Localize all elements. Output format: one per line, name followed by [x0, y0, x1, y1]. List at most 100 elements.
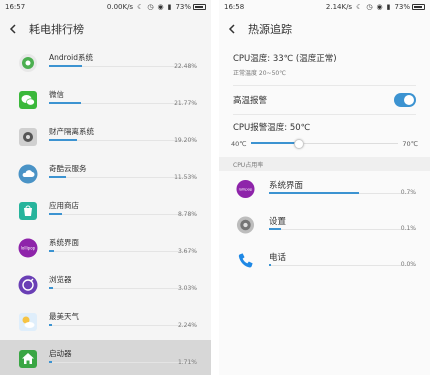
lollipop-icon: lollipop	[236, 179, 255, 199]
app-name: 应用商店	[49, 201, 79, 210]
signal-icon: ▮	[386, 2, 391, 11]
wifi-icon: ◉	[157, 2, 164, 11]
app-name: 最美天气	[49, 312, 79, 321]
cpu-percent: 0.0%	[400, 261, 416, 268]
app-name: 系统界面	[49, 238, 79, 247]
app-list: Android系统 22.48% 微信 21.77% 财产隔离系统 19.20% 奇酷云服务…	[0, 44, 211, 375]
cpu-usage-list: lollipop 系统界面 0.7% 设置 0.1% 电话 0.0%	[219, 171, 430, 279]
slider-max-label: 70℃	[402, 140, 418, 148]
battery-percent: 73%	[394, 3, 410, 11]
cpu-bar	[269, 192, 359, 194]
alarm-temperature-slider[interactable]	[250, 139, 399, 149]
high-temp-alarm-label: 高温报警	[233, 96, 268, 106]
battery-percent: 73%	[175, 3, 191, 11]
status-time: 16:58	[224, 3, 245, 11]
app-row[interactable]: 启动器 1.71%	[0, 340, 211, 375]
usage-percent: 19.20%	[174, 137, 197, 144]
app-name: Android系统	[49, 53, 93, 62]
usage-bar	[49, 361, 52, 363]
app-header: 热源追踪	[219, 14, 430, 44]
cpu-temperature: CPU温度: 33℃ (温度正常)	[233, 54, 337, 64]
usage-bar-track	[49, 325, 197, 326]
app-header: 耗电排行榜	[0, 14, 211, 44]
status-bar: 16:58 2.14K/s ☾ ◷ ◉ ▮ 73%	[219, 0, 430, 14]
battery-icon	[412, 4, 425, 10]
settings-gear-icon	[236, 216, 255, 235]
alarm-temperature-label: CPU报警温度: 50℃	[233, 123, 311, 133]
high-temp-alarm-row: 高温报警	[219, 86, 430, 114]
back-button[interactable]	[8, 24, 18, 34]
page-title: 热源追踪	[248, 23, 292, 36]
moon-icon: ☾	[356, 2, 363, 11]
cpu-bar-track	[269, 265, 416, 266]
back-button[interactable]	[227, 24, 237, 34]
app-row[interactable]: 奇酷云服务 11.53%	[0, 155, 211, 192]
phone-icon	[236, 252, 255, 271]
weather-icon	[18, 312, 38, 332]
usage-bar	[49, 287, 54, 289]
app-row[interactable]: 微信 21.77%	[0, 81, 211, 118]
slider-fill	[250, 142, 300, 144]
usage-bar	[49, 102, 82, 104]
usage-bar-track	[49, 288, 197, 289]
app-name: 启动器	[49, 349, 72, 358]
app-name: 奇酷云服务	[49, 164, 87, 173]
screenshot-root: 16:57 0.00K/s ☾ ◷ ◉ ▮ 73% 耗电排行榜 Android系…	[0, 0, 430, 375]
svg-text:lollipop: lollipop	[21, 245, 36, 250]
cpu-app-row[interactable]: 电话 0.0%	[219, 243, 430, 279]
slider-min-label: 40℃	[231, 140, 247, 148]
app-name: 微信	[49, 90, 64, 99]
cpu-bar	[269, 264, 272, 266]
usage-percent: 8.78%	[177, 211, 197, 218]
status-net-speed: 0.00K/s	[106, 3, 134, 11]
usage-bar	[49, 324, 53, 326]
app-name: 财产隔离系统	[49, 127, 94, 136]
usage-percent: 1.71%	[177, 359, 197, 366]
cpu-app-name: 电话	[269, 253, 287, 263]
usage-bar-track	[49, 251, 197, 252]
wechat-icon	[18, 90, 38, 110]
usage-bar	[49, 250, 55, 252]
heat-tracking-screen: 16:58 2.14K/s ☾ ◷ ◉ ▮ 73% 热源追踪 CPU温度: 33…	[219, 0, 430, 375]
usage-percent: 21.77%	[174, 100, 197, 107]
lollipop-icon: lollipop	[18, 238, 38, 258]
cpu-app-name: 设置	[269, 217, 287, 227]
chevron-left-icon	[228, 24, 235, 34]
status-time: 16:57	[5, 3, 26, 11]
alarm-icon: ◷	[147, 2, 154, 11]
app-row[interactable]: 最美天气 2.24%	[0, 303, 211, 340]
cpu-app-row[interactable]: lollipop 系统界面 0.7%	[219, 171, 430, 207]
app-row[interactable]: Android系统 22.48%	[0, 44, 211, 81]
alarm-temperature-slider-row: 40℃ 70℃	[219, 133, 430, 153]
svg-text:lollipop: lollipop	[239, 186, 253, 191]
browser-icon	[18, 275, 38, 295]
slider-thumb[interactable]	[294, 139, 305, 149]
usage-percent: 3.03%	[177, 285, 197, 292]
app-row[interactable]: 财产隔离系统 19.20%	[0, 118, 211, 155]
usage-percent: 11.53%	[174, 174, 197, 181]
cpu-bar-track	[269, 229, 416, 230]
app-row[interactable]: lollipop 系统界面 3.67%	[0, 229, 211, 266]
app-row[interactable]: 应用商店 8.78%	[0, 192, 211, 229]
usage-bar	[49, 139, 78, 141]
usage-percent: 2.24%	[177, 322, 197, 329]
usage-bar-track	[49, 214, 197, 215]
high-temp-alarm-toggle[interactable]	[394, 93, 416, 107]
usage-bar	[49, 213, 62, 215]
usage-percent: 22.48%	[174, 63, 197, 70]
cpu-percent: 0.1%	[400, 225, 416, 232]
battery-icon	[193, 4, 206, 10]
cpu-app-row[interactable]: 设置 0.1%	[219, 207, 430, 243]
chevron-left-icon	[9, 24, 16, 34]
cpu-app-name: 系统界面	[269, 181, 304, 191]
status-bar: 16:57 0.00K/s ☾ ◷ ◉ ▮ 73%	[0, 0, 211, 14]
cpu-usage-section-label: CPU占用率	[219, 157, 430, 171]
launcher-icon	[18, 349, 38, 369]
safe-icon	[18, 127, 38, 147]
cpu-bar	[269, 228, 282, 230]
app-row[interactable]: 浏览器 3.03%	[0, 266, 211, 303]
wifi-icon: ◉	[376, 2, 383, 11]
usage-bar	[49, 176, 67, 178]
store-icon	[18, 201, 38, 221]
usage-percent: 3.67%	[177, 248, 197, 255]
